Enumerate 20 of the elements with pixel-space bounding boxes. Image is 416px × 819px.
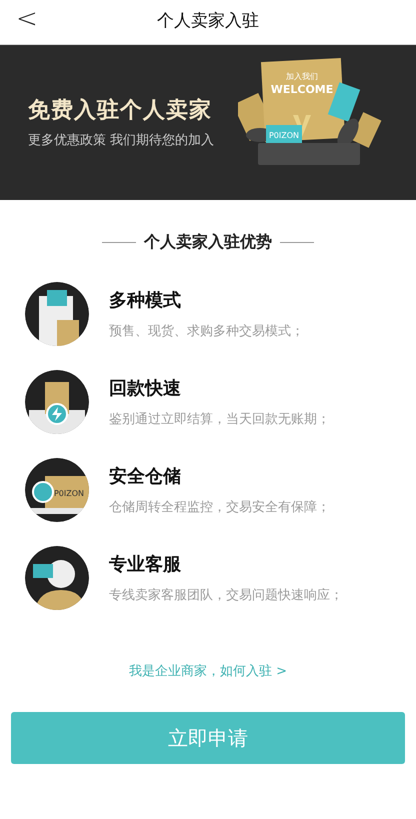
feature-title: 安全仓储 — [109, 464, 182, 489]
shield-box-icon: P0IZON — [25, 458, 89, 522]
section-title: 个人卖家入驻优势 — [144, 231, 272, 253]
apply-button[interactable]: 立即申请 — [11, 712, 405, 764]
feature-description: 预售、现货、求购多种交易模式； — [109, 322, 304, 341]
feature-title: 多种模式 — [109, 288, 182, 313]
document-icon — [25, 282, 89, 346]
feature-title: 回款快速 — [109, 376, 182, 401]
support-agent-icon — [25, 546, 89, 610]
lightning-icon — [25, 370, 89, 434]
feature-title: 专业客服 — [109, 552, 182, 577]
feature-description: 鉴别通过立即结算，当天回款无账期； — [109, 410, 330, 429]
page-title: 个人卖家入驻 — [157, 10, 259, 34]
enterprise-link[interactable]: 我是企业商家，如何入驻 > — [128, 664, 288, 679]
banner-title: 免费入驻个人卖家 — [28, 96, 213, 126]
banner-subtitle: 更多优惠政策 我们期待您的加入 — [28, 132, 214, 150]
welcome-box-drawing: 加入我们 WELCOME P0IZON — [238, 55, 408, 190]
feature-description: 仓储周转全程监控，交易安全有保障； — [109, 498, 330, 517]
feature-description: 专线卖家客服团队，交易问题快速响应； — [109, 586, 343, 605]
back-button[interactable]: < — [16, 6, 38, 32]
